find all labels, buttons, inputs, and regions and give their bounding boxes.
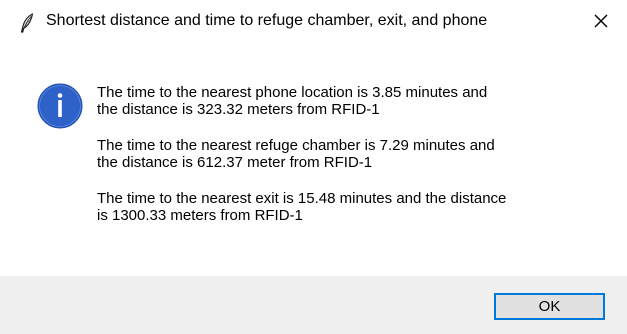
message-line: The time to the nearest phone location i… xyxy=(97,84,488,101)
ok-button[interactable]: OK xyxy=(494,293,605,320)
window-title: Shortest distance and time to refuge cha… xyxy=(46,12,488,29)
info-icon xyxy=(37,83,83,129)
message-paragraph-phone: The time to the nearest phone location i… xyxy=(97,84,597,118)
dialog-window: Shortest distance and time to refuge cha… xyxy=(0,0,627,334)
message-line: the distance is 612.37 meter from RFID-1 xyxy=(97,154,373,171)
message-line: the distance is 323.32 meters from RFID-… xyxy=(97,101,380,118)
close-button[interactable] xyxy=(581,3,621,43)
message-line: The time to the nearest refuge chamber i… xyxy=(97,137,495,154)
message-text: The time to the nearest phone location i… xyxy=(97,84,597,243)
title-bar: Shortest distance and time to refuge cha… xyxy=(0,0,627,46)
message-paragraph-exit: The time to the nearest exit is 15.48 mi… xyxy=(97,190,597,224)
message-area: The time to the nearest phone location i… xyxy=(0,46,627,261)
close-icon xyxy=(593,13,609,34)
message-line: is 1300.33 meters from RFID-1 xyxy=(97,207,303,224)
button-bar: OK xyxy=(0,276,627,334)
feather-icon xyxy=(19,13,35,33)
message-paragraph-refuge: The time to the nearest refuge chamber i… xyxy=(97,137,597,171)
message-line: The time to the nearest exit is 15.48 mi… xyxy=(97,190,507,207)
